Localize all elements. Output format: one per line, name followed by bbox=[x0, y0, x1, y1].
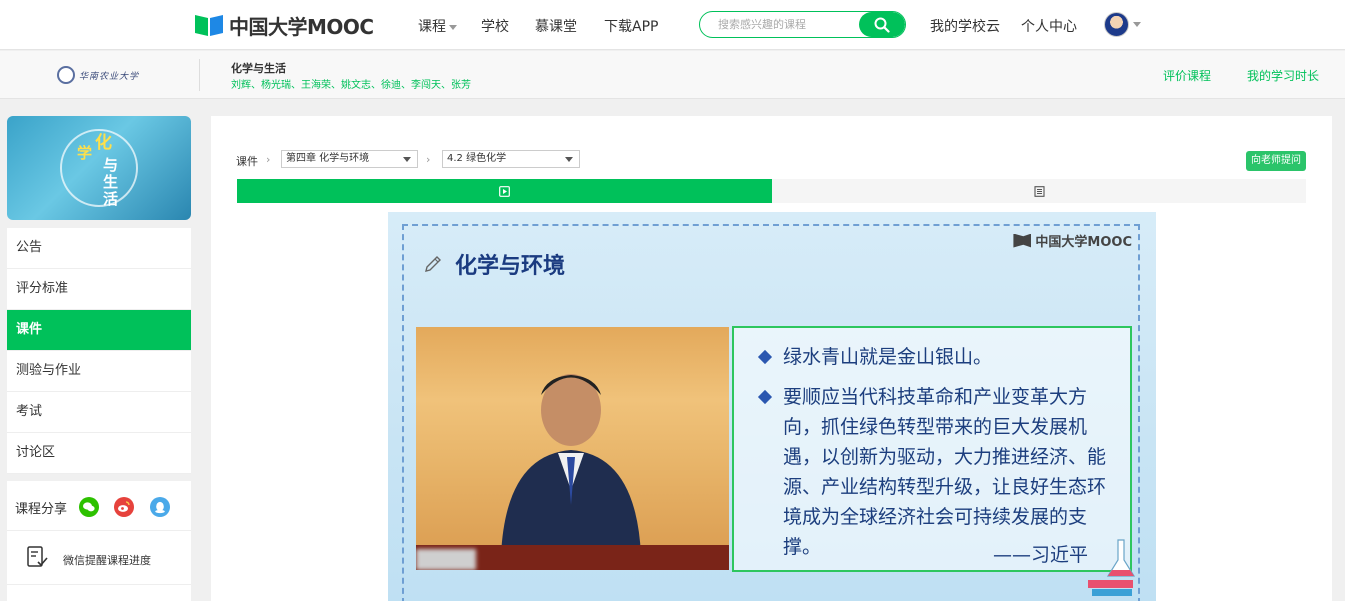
nav-schools[interactable]: 学校 bbox=[481, 16, 509, 36]
nav-courses[interactable]: 课程 bbox=[418, 16, 457, 36]
lesson-select[interactable]: 4.2 绿色化学 bbox=[442, 150, 580, 168]
banner-char: 活 bbox=[103, 190, 119, 208]
search-icon bbox=[874, 17, 890, 33]
tab-document[interactable] bbox=[772, 179, 1306, 203]
chevron-down-icon[interactable] bbox=[1133, 22, 1141, 27]
mooc-logo[interactable]: 中国大学MOOC bbox=[193, 12, 374, 39]
lesson-select-value: 4.2 绿色化学 bbox=[447, 153, 507, 164]
quote-author: ——习近平 bbox=[993, 544, 1089, 566]
divider bbox=[199, 59, 200, 91]
breadcrumb-courseware[interactable]: 课件 bbox=[236, 153, 258, 169]
school-logo[interactable]: 华南农业大学 bbox=[57, 63, 143, 87]
quote-line-1: 绿水青山就是金山银山。 bbox=[783, 346, 993, 368]
wechat-glyph-icon bbox=[83, 502, 95, 512]
menu-exams[interactable]: 考试 bbox=[7, 392, 191, 433]
document-icon bbox=[1033, 185, 1045, 197]
chevron-down-icon bbox=[449, 24, 457, 30]
chevron-down-icon bbox=[403, 157, 411, 162]
chapter-select[interactable]: 第四章 化学与环境 bbox=[281, 150, 418, 168]
menu-courseware[interactable]: 课件 bbox=[7, 310, 191, 351]
my-school-cloud-link[interactable]: 我的学校云 bbox=[930, 16, 1000, 36]
personal-center-link[interactable]: 个人中心 bbox=[1021, 16, 1077, 36]
content-tabs bbox=[237, 179, 1306, 203]
pencil-icon bbox=[425, 256, 441, 272]
mooc-book-icon bbox=[195, 15, 223, 36]
weibo-glyph-icon bbox=[118, 501, 130, 512]
nav-download-app[interactable]: 下载APP bbox=[604, 16, 658, 36]
chapter-select-value: 第四章 化学与环境 bbox=[286, 153, 370, 164]
quote-line-2: 要顺应当代科技革命和产业变革大方向，抓住绿色转型带来的巨大发展机遇，以创新为驱动… bbox=[783, 386, 1107, 558]
qq-icon[interactable] bbox=[150, 497, 170, 517]
chevron-down-icon bbox=[565, 157, 573, 162]
speaker-figure bbox=[501, 374, 641, 555]
mooc-book-icon bbox=[1013, 233, 1032, 248]
search-input[interactable] bbox=[700, 12, 860, 37]
diamond-bullet-icon bbox=[757, 349, 773, 365]
slide-watermark-logo: 中国大学MOOC bbox=[1013, 231, 1132, 250]
qq-glyph-icon bbox=[155, 501, 165, 514]
ask-teacher-button[interactable]: 向老师提问 bbox=[1246, 151, 1306, 171]
blurred-cup bbox=[416, 549, 476, 570]
slide-photo bbox=[416, 327, 729, 570]
course-banner: 学 化 与 生 活 bbox=[7, 116, 191, 220]
menu-announcements[interactable]: 公告 bbox=[7, 228, 191, 269]
nav-courses-label: 课程 bbox=[418, 19, 446, 35]
wechat-reminder-label: 微信提醒课程进度 bbox=[63, 554, 151, 567]
chevron-right-icon: › bbox=[426, 153, 431, 166]
study-time-link[interactable]: 我的学习时长 bbox=[1247, 67, 1319, 84]
search-box bbox=[699, 11, 906, 38]
course-menu: 公告 评分标准 课件 测验与作业 考试 讨论区 bbox=[7, 228, 191, 474]
course-header: 华南农业大学 化学与生活 刘辉、杨光瑞、王海荣、姚文志、徐迪、李闯天、张芳 评价… bbox=[0, 51, 1345, 99]
banner-char: 学 bbox=[77, 144, 93, 162]
logo-text: 中国大学MOOC bbox=[229, 14, 374, 39]
content-panel: 课件 › 第四章 化学与环境 › 4.2 绿色化学 向老师提问 中国大学MOOC… bbox=[211, 116, 1332, 601]
checklist-icon bbox=[27, 546, 48, 567]
rate-course-link[interactable]: 评价课程 bbox=[1163, 67, 1211, 84]
school-name: 华南农业大学 bbox=[79, 71, 140, 82]
menu-quizzes-homework[interactable]: 测验与作业 bbox=[7, 351, 191, 392]
menu-grading-criteria[interactable]: 评分标准 bbox=[7, 269, 191, 310]
share-panel: 课程分享 微信提醒课程进度 bbox=[7, 481, 191, 601]
wechat-reminder[interactable]: 微信提醒课程进度 bbox=[7, 530, 191, 585]
lecture-slide[interactable]: 中国大学MOOC 化学与环境 绿水青山就是金山银山。 要顺应当代科技革命和产业变… bbox=[388, 212, 1156, 601]
slide-title: 化学与环境 bbox=[455, 254, 566, 279]
avatar[interactable] bbox=[1104, 12, 1129, 37]
course-title: 化学与生活 bbox=[231, 62, 286, 75]
wechat-icon[interactable] bbox=[79, 497, 99, 517]
menu-discussion[interactable]: 讨论区 bbox=[7, 433, 191, 474]
quote-box: 绿水青山就是金山银山。 要顺应当代科技革命和产业变革大方向，抓住绿色转型带来的巨… bbox=[732, 326, 1132, 572]
search-button[interactable] bbox=[859, 12, 905, 37]
course-teachers[interactable]: 刘辉、杨光瑞、王海荣、姚文志、徐迪、李闯天、张芳 bbox=[231, 76, 471, 91]
flask-icon bbox=[1088, 539, 1136, 596]
tab-video[interactable] bbox=[237, 179, 772, 203]
chevron-right-icon: › bbox=[266, 153, 271, 166]
school-seal-icon bbox=[57, 66, 75, 84]
top-navbar: 中国大学MOOC 课程 学校 慕课堂 下载APP 我的学校云 个人中心 bbox=[0, 0, 1345, 50]
diamond-bullet-icon bbox=[757, 389, 773, 405]
share-label: 课程分享 bbox=[15, 502, 68, 517]
weibo-icon[interactable] bbox=[114, 497, 134, 517]
banner-char: 化 bbox=[95, 133, 112, 153]
slide-watermark-text: 中国大学MOOC bbox=[1035, 235, 1132, 250]
play-icon bbox=[499, 185, 510, 197]
nav-mooc-classroom[interactable]: 慕课堂 bbox=[535, 16, 577, 36]
